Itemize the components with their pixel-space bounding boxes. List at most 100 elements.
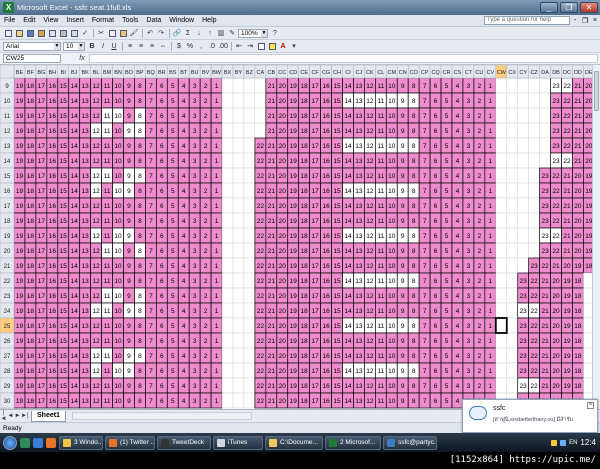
menu-data[interactable]: Data <box>142 17 165 24</box>
doc-close-button[interactable]: × <box>592 17 598 24</box>
empty-cell[interactable] <box>232 362 245 379</box>
empty-cell[interactable] <box>254 122 267 139</box>
empty-cell[interactable] <box>583 377 592 394</box>
empty-cell[interactable] <box>243 107 256 124</box>
empty-cell[interactable] <box>528 242 540 259</box>
empty-cell[interactable] <box>221 242 234 259</box>
merge-center-icon[interactable]: ⇔ <box>158 42 168 51</box>
empty-cell[interactable] <box>243 347 256 364</box>
scrollbar-thumb[interactable] <box>594 71 599 111</box>
empty-cell[interactable] <box>221 347 234 364</box>
language-indicator[interactable]: EN <box>569 440 577 446</box>
empty-cell[interactable] <box>517 242 529 259</box>
save-icon[interactable] <box>25 29 35 38</box>
grid-canvas[interactable]: 19 18 17 16 15 14 13 12 11 10 9 8 7 6 5 4 3 2 1 21 20 19 18 17 1… <box>0 65 592 409</box>
empty-cell[interactable] <box>232 137 245 154</box>
empty-cell[interactable] <box>221 257 234 274</box>
empty-cell[interactable] <box>539 77 551 94</box>
empty-cell[interactable] <box>232 377 245 394</box>
print-icon[interactable] <box>58 29 68 38</box>
empty-cell[interactable] <box>232 197 245 214</box>
empty-cell[interactable] <box>528 182 540 199</box>
empty-cell[interactable] <box>506 377 518 394</box>
redo-icon[interactable]: ↷ <box>156 29 166 38</box>
empty-cell[interactable] <box>243 152 256 169</box>
empty-cell[interactable] <box>539 92 551 109</box>
empty-cell[interactable] <box>583 287 592 304</box>
menu-format[interactable]: Format <box>88 17 118 24</box>
fx-icon[interactable]: fx <box>75 55 89 62</box>
print-preview-icon[interactable] <box>69 29 79 38</box>
next-sheet-button[interactable]: ► <box>14 413 21 419</box>
maximize-button[interactable]: ❐ <box>560 2 578 13</box>
empty-cell[interactable] <box>506 107 518 124</box>
empty-cell[interactable] <box>221 197 234 214</box>
align-center-icon[interactable]: ≡ <box>136 42 146 51</box>
empty-cell[interactable] <box>221 122 234 139</box>
empty-cell[interactable] <box>528 152 540 169</box>
sort-ascending-icon[interactable]: ↓ <box>194 29 204 38</box>
tab-sheet1[interactable]: Sheet1 <box>31 410 66 422</box>
empty-cell[interactable] <box>243 137 256 154</box>
empty-cell[interactable] <box>495 347 507 364</box>
empty-cell[interactable] <box>221 77 234 94</box>
autosum-icon[interactable]: Σ <box>183 29 193 38</box>
empty-cell[interactable] <box>506 332 518 349</box>
sort-descending-icon[interactable]: ↑ <box>205 29 215 38</box>
empty-cell[interactable] <box>506 302 518 319</box>
help-search-input[interactable]: Type a question for help <box>484 16 570 25</box>
email-icon[interactable] <box>47 29 57 38</box>
undo-icon[interactable]: ↶ <box>145 29 155 38</box>
empty-cell[interactable] <box>232 92 245 109</box>
menu-file[interactable]: File <box>0 17 19 24</box>
bold-button[interactable]: B <box>87 42 97 51</box>
empty-cell[interactable] <box>495 242 507 259</box>
empty-cell[interactable] <box>243 392 256 409</box>
empty-cell[interactable] <box>221 137 234 154</box>
empty-cell[interactable] <box>506 152 518 169</box>
tray-icon[interactable] <box>560 439 567 446</box>
empty-cell[interactable] <box>495 137 507 154</box>
empty-cell[interactable] <box>232 167 245 184</box>
empty-cell[interactable] <box>506 242 518 259</box>
empty-cell[interactable] <box>243 287 256 304</box>
empty-cell[interactable] <box>528 107 540 124</box>
taskbar-button[interactable]: 3 Windo... <box>59 435 103 450</box>
empty-cell[interactable] <box>517 182 529 199</box>
empty-cell[interactable] <box>506 257 518 274</box>
empty-cell[interactable] <box>243 317 256 334</box>
zoom-select[interactable]: 100% ▼ <box>238 28 268 38</box>
empty-cell[interactable] <box>232 392 245 409</box>
taskbar-button[interactable]: C:\Docume... <box>265 435 323 450</box>
empty-cell[interactable] <box>243 77 256 94</box>
empty-cell[interactable] <box>506 137 518 154</box>
empty-cell[interactable] <box>528 137 540 154</box>
empty-cell[interactable] <box>517 92 529 109</box>
vertical-scrollbar[interactable] <box>592 65 600 409</box>
align-left-icon[interactable]: ≡ <box>125 42 135 51</box>
empty-cell[interactable] <box>517 257 529 274</box>
empty-cell[interactable] <box>254 92 267 109</box>
format-painter-icon[interactable]: 🖌 <box>129 29 139 38</box>
chevron-down-icon[interactable]: ▾ <box>289 42 299 51</box>
empty-cell[interactable] <box>539 107 551 124</box>
percent-button[interactable]: % <box>185 42 195 51</box>
empty-cell[interactable] <box>506 272 518 289</box>
empty-cell[interactable] <box>232 107 245 124</box>
menu-insert[interactable]: Insert <box>62 17 88 24</box>
comma-style-icon[interactable]: , <box>196 42 206 51</box>
font-color-button[interactable]: A <box>278 42 288 51</box>
empty-cell[interactable] <box>506 347 518 364</box>
taskbar-button[interactable]: (1) Twitter ... <box>105 435 155 450</box>
empty-cell[interactable] <box>232 272 245 289</box>
empty-cell[interactable] <box>506 167 518 184</box>
empty-cell[interactable] <box>243 272 256 289</box>
empty-cell[interactable] <box>243 257 256 274</box>
doc-minimize-button[interactable]: - <box>572 17 578 24</box>
last-sheet-button[interactable]: ►| <box>21 413 29 419</box>
paste-icon[interactable] <box>118 29 128 38</box>
empty-cell[interactable] <box>495 257 507 274</box>
empty-cell[interactable] <box>495 167 507 184</box>
empty-cell[interactable] <box>583 332 592 349</box>
empty-cell[interactable] <box>221 167 234 184</box>
